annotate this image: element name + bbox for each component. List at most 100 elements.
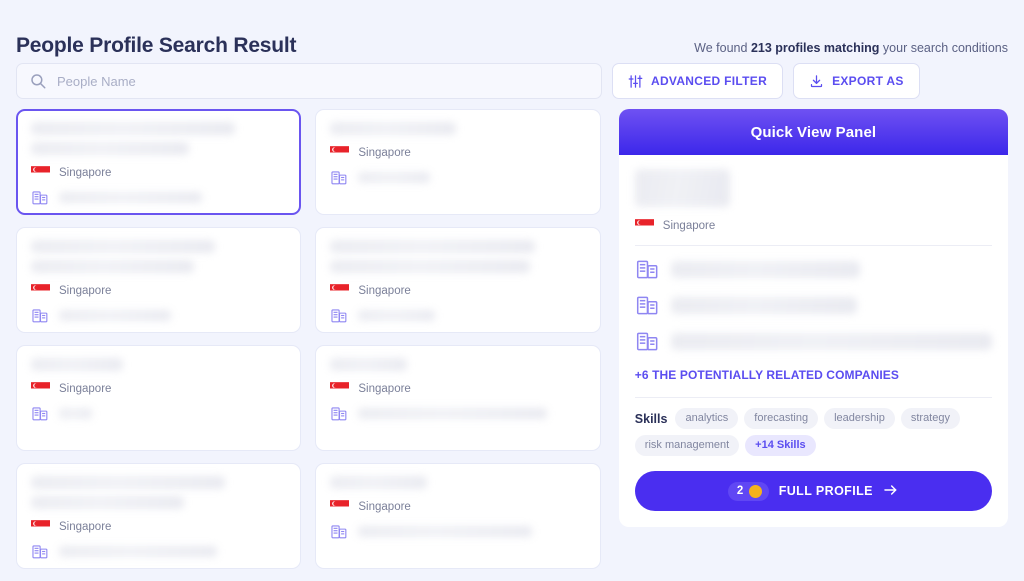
content-area: Singapore Singapore Singapore Singapore Sing… (16, 109, 1008, 569)
export-as-button[interactable]: EXPORT AS (793, 63, 920, 99)
profile-location-label: Singapore (59, 382, 112, 395)
profile-name-redacted (330, 122, 456, 135)
profile-card[interactable]: Singapore (315, 109, 601, 215)
advanced-filter-button[interactable]: ADVANCED FILTER (612, 63, 784, 99)
quick-view-company-row (635, 256, 992, 282)
building-icon (31, 188, 50, 207)
profile-card[interactable]: Singapore (315, 345, 601, 451)
profile-subtitle-redacted (31, 142, 190, 155)
profile-location-label: Singapore (358, 284, 411, 297)
singapore-flag-icon (31, 520, 50, 533)
arrow-right-icon (883, 483, 899, 500)
profile-company (31, 188, 286, 207)
company-name-redacted (670, 332, 992, 350)
profile-card[interactable]: Singapore (16, 463, 302, 569)
toolbar: ADVANCED FILTER EXPORT AS (16, 63, 1008, 99)
building-icon (330, 522, 349, 541)
singapore-flag-icon (330, 500, 350, 513)
profile-company (31, 404, 286, 423)
quick-view-body: Singapore +6 THE POTENTIALLY RELATED COM… (619, 155, 1008, 527)
results-column: Singapore Singapore Singapore Singapore Sing… (16, 109, 601, 569)
singapore-flag-icon (31, 382, 50, 395)
skill-chip[interactable]: strategy (900, 408, 960, 429)
profile-card[interactable]: Singapore (16, 345, 302, 451)
profile-company (31, 542, 286, 561)
building-icon (31, 404, 50, 423)
skill-chip[interactable]: risk management (634, 435, 740, 456)
profile-card[interactable]: Singapore (315, 463, 601, 569)
profile-company (330, 168, 585, 187)
coin-icon (748, 484, 762, 498)
building-icon (31, 542, 50, 561)
company-name-redacted (670, 260, 861, 278)
profile-card[interactable]: Singapore (315, 227, 601, 333)
page-header: People Profile Search Result We found 21… (16, 0, 1008, 58)
profile-name-redacted (31, 358, 123, 371)
profile-company-redacted (59, 310, 172, 321)
profile-company-redacted (59, 408, 93, 419)
result-count-emphasis: 213 profiles matching (750, 41, 880, 55)
profile-company-redacted (358, 172, 430, 183)
divider (634, 397, 992, 398)
search-icon (29, 72, 47, 90)
sliders-icon (628, 74, 643, 89)
full-profile-button[interactable]: 2 FULL PROFILE (634, 471, 992, 511)
building-icon (330, 306, 349, 325)
quick-view-panel: Quick View Panel Singapore +6 THE POTENT… (618, 109, 1008, 527)
result-count: We found 213 profiles matching your sear… (694, 41, 1008, 58)
profile-company (330, 306, 585, 325)
building-icon (635, 328, 661, 354)
profile-location-label: Singapore (59, 284, 112, 297)
skill-chip[interactable]: forecasting (744, 408, 819, 429)
profile-name-redacted (330, 240, 535, 253)
profile-card[interactable]: Singapore (16, 109, 302, 215)
singapore-flag-icon (330, 382, 350, 395)
profile-name-redacted (31, 240, 215, 253)
profile-location: Singapore (31, 166, 286, 179)
quick-view-location: Singapore (634, 219, 992, 232)
profile-location-label: Singapore (59, 166, 112, 179)
profile-card[interactable]: Singapore (16, 227, 302, 333)
skill-chip[interactable]: analytics (675, 408, 739, 429)
skills-more-chip[interactable]: +14 Skills (745, 435, 816, 456)
profile-subtitle-redacted (31, 496, 185, 509)
download-icon (809, 74, 824, 89)
profile-company-redacted (59, 546, 218, 557)
profile-location: Singapore (330, 146, 585, 159)
profile-company-redacted (358, 526, 533, 537)
profile-name-redacted (330, 476, 428, 489)
singapore-flag-icon (31, 166, 50, 179)
quick-view-name-redacted (634, 169, 730, 207)
divider (634, 245, 992, 246)
advanced-filter-label: ADVANCED FILTER (651, 74, 768, 88)
profile-location: Singapore (31, 520, 286, 533)
search-input[interactable] (57, 73, 589, 89)
profile-card-grid: Singapore Singapore Singapore Singapore Sing… (16, 109, 601, 569)
building-icon (635, 256, 661, 282)
building-icon (330, 168, 349, 187)
full-profile-label: FULL PROFILE (778, 484, 873, 498)
related-companies-link[interactable]: +6 THE POTENTIALLY RELATED COMPANIES (635, 368, 899, 382)
quick-view-company-row (635, 292, 992, 318)
export-as-label: EXPORT AS (832, 74, 904, 88)
quick-view-location-label: Singapore (662, 219, 716, 232)
profile-location-label: Singapore (358, 500, 411, 513)
search-box[interactable] (16, 63, 602, 99)
skill-chip[interactable]: leadership (824, 408, 895, 429)
singapore-flag-icon (330, 146, 350, 159)
profile-company-redacted (59, 192, 203, 203)
page-title: People Profile Search Result (16, 34, 297, 57)
skills-section: Skills analytics forecasting leadership str… (634, 408, 992, 456)
skills-label: Skills (634, 411, 668, 426)
profile-location-label: Singapore (59, 520, 112, 533)
singapore-flag-icon (330, 284, 350, 297)
profile-location: Singapore (330, 284, 585, 297)
building-icon (31, 306, 50, 325)
profile-name-redacted (31, 476, 226, 489)
profile-location: Singapore (330, 382, 585, 395)
company-name-redacted (670, 296, 857, 314)
profile-location: Singapore (330, 500, 585, 513)
quick-view-title: Quick View Panel (618, 109, 1008, 155)
profile-location-label: Singapore (358, 146, 411, 159)
quick-view-company-row (635, 328, 992, 354)
